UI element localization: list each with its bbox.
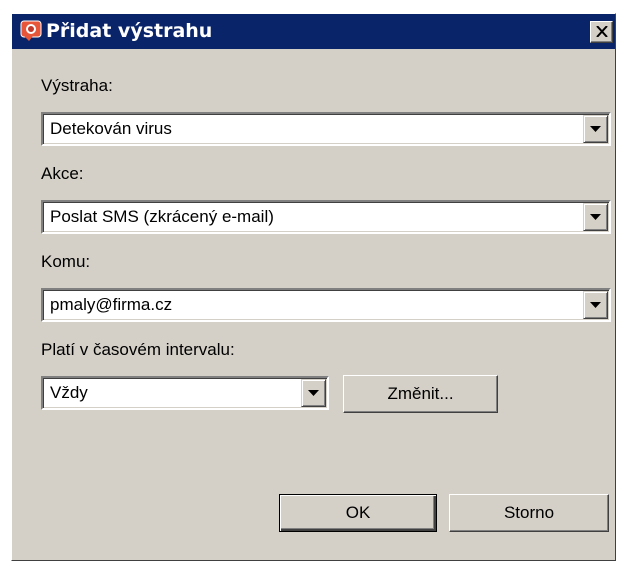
action-dropdown-button[interactable] <box>583 203 608 231</box>
action-label: Akce: <box>41 164 84 183</box>
add-alert-dialog: Přidat výstrahu Výstraha: Detekován viru… <box>11 13 616 561</box>
change-interval-button[interactable]: Změnit... <box>343 375 498 413</box>
close-button[interactable] <box>590 21 613 43</box>
interval-select-value: Vždy <box>50 383 88 402</box>
interval-dropdown-button[interactable] <box>301 379 326 407</box>
recipient-combo-value: pmaly@firma.cz <box>50 295 173 314</box>
action-select-value: Poslat SMS (zkrácený e-mail) <box>50 207 274 226</box>
title-bar[interactable]: Přidat výstrahu <box>12 14 615 49</box>
dialog-title: Přidat výstrahu <box>46 20 213 42</box>
interval-select[interactable]: Vždy <box>41 376 329 410</box>
alert-label: Výstraha: <box>41 76 113 95</box>
ok-button[interactable]: OK <box>279 494 437 532</box>
recipient-label: Komu: <box>41 252 91 271</box>
alert-select[interactable]: Detekován virus <box>41 112 611 146</box>
app-alert-icon <box>20 19 42 43</box>
alert-select-value: Detekován virus <box>50 119 172 138</box>
alert-dropdown-button[interactable] <box>583 115 608 143</box>
cancel-button[interactable]: Storno <box>449 494 609 532</box>
recipient-dropdown-button[interactable] <box>583 291 608 319</box>
recipient-combo[interactable]: pmaly@firma.cz <box>41 288 611 322</box>
action-select[interactable]: Poslat SMS (zkrácený e-mail) <box>41 200 611 234</box>
interval-label: Platí v časovém intervalu: <box>41 340 235 359</box>
